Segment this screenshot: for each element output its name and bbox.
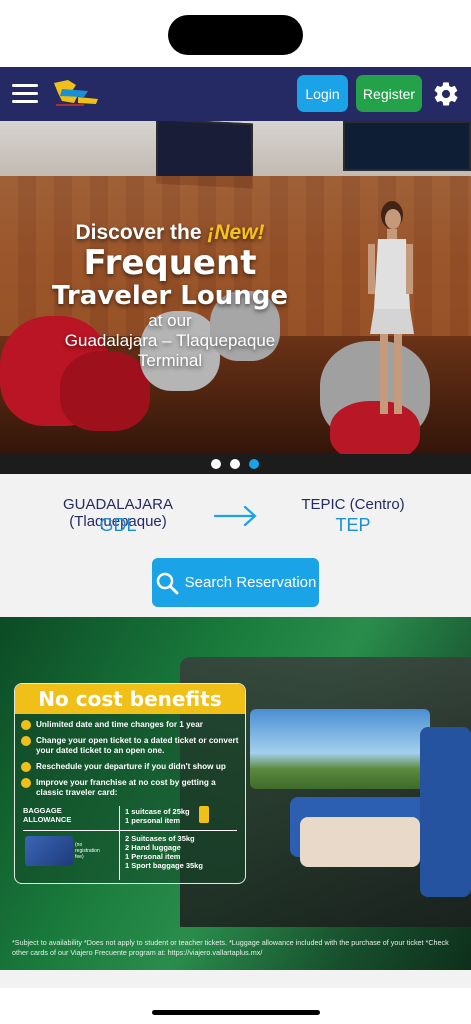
promo-footnote: *Subject to availability *Does not apply… [12,938,449,957]
bus-seat [300,817,420,867]
baggage-allowance-label: BAGGAGE ALLOWANCE [23,806,71,824]
traveler-card-image [25,836,73,866]
top-navigation: Login Register [0,67,471,121]
hero-line-4: at our [148,311,192,330]
register-button[interactable]: Register [356,75,422,112]
table-divider [23,830,237,831]
brand-logo[interactable] [48,77,100,111]
hero-headline: Discover the ¡New! Frequent Traveler Lou… [0,221,340,371]
search-reservation-label: Search Reservation [184,574,317,591]
bus-seat [420,727,471,897]
standard-allowance: 1 suitcase of 25kg 1 personal item [125,807,190,825]
hero-line-5: Guadalajara – Tlaquepaque [64,331,276,350]
allowance-line: 2 Hand luggage [125,843,181,852]
page: Login Register Discover the ¡New! Freque… [0,0,471,1024]
benefit-text: Reschedule your departure if you didn't … [36,762,226,771]
benefit-text: Improve your franchise at no cost by get… [36,778,216,797]
baggage-allowance-table: BAGGAGE ALLOWANCE 1 suitcase of 25kg 1 p… [23,806,239,883]
arrow-right-icon [213,505,257,527]
check-icon [21,762,31,772]
benefit-item: Unlimited date and time changes for 1 ye… [18,720,239,730]
allowance-line: 1 Personal item [125,852,181,861]
carousel-dot-1[interactable] [211,459,221,469]
hero-line-3: Traveler Lounge [52,281,288,311]
origin-code: GDL [99,515,137,535]
suitcase-icon [199,806,209,823]
bottom-strip [0,970,471,988]
no-fee-line: fee) [75,854,84,860]
benefits-title: No cost benefits [15,684,245,714]
table-divider [119,806,120,880]
carousel-dot-3-active[interactable] [249,459,259,469]
no-registration-fee-note: (no registration fee) [75,842,100,860]
benefits-card: No cost benefits Unlimited date and time… [14,683,246,884]
allowance-line: 1 personal item [125,816,181,825]
route-summary: GUADALAJARA (Tlaquepaque) GDL TEPIC (Cen… [0,474,471,617]
hero-discover-text: Discover the [75,221,208,244]
benefit-item: Reschedule your departure if you didn't … [18,762,239,772]
carousel-indicators [0,454,471,474]
baggage-label-line: BAGGAGE [23,806,62,815]
carousel-dot-2[interactable] [230,459,240,469]
allowance-line: 1 suitcase of 25kg [125,807,190,816]
gear-icon[interactable] [432,80,460,108]
hero-new-badge: ¡New! [207,221,265,244]
hero-line-1: Discover the ¡New! [0,221,340,245]
home-indicator[interactable] [152,1010,320,1015]
search-icon [156,572,179,594]
benefit-item: Improve your franchise at no cost by get… [18,778,239,798]
dynamic-island [168,15,303,55]
search-reservation-button[interactable]: Search Reservation [152,558,319,607]
allowance-line: 2 Suitcases of 35kg [125,834,195,843]
bus-window-image [250,709,430,789]
hero-carousel[interactable]: Discover the ¡New! Frequent Traveler Lou… [0,121,471,454]
promo-banner[interactable]: No cost benefits Unlimited date and time… [0,617,471,970]
baggage-label-line: ALLOWANCE [23,815,72,824]
login-button[interactable]: Login [297,75,348,112]
menu-icon[interactable] [12,82,38,104]
benefit-item: Change your open ticket to a dated ticke… [18,736,239,756]
card-allowance: 2 Suitcases of 35kg 2 Hand luggage 1 Per… [125,834,203,870]
hero-line-6: Terminal [137,351,203,370]
destination-name: TEPIC (Centro) [301,496,405,513]
check-icon [21,778,31,788]
benefit-text: Change your open ticket to a dated ticke… [36,736,239,755]
allowance-line: 1 Sport baggage 35kg [125,861,203,870]
destination-code: TEP [335,515,371,535]
status-bar [0,0,471,67]
check-icon [21,736,31,746]
benefit-text: Unlimited date and time changes for 1 ye… [36,720,203,729]
check-icon [21,720,31,730]
hero-line-2: Frequent [83,243,257,283]
